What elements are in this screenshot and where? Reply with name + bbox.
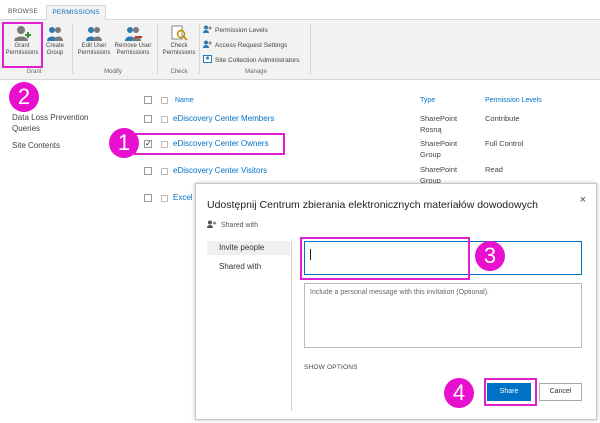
nav-shared-with[interactable]: Shared with	[207, 260, 290, 274]
access-request-settings-link[interactable]: Access Request Settings	[203, 40, 287, 50]
table-row-level: Read	[485, 165, 503, 174]
group-label-grant: Grant	[26, 69, 42, 75]
dialog-left-nav: Invite people Shared with	[207, 241, 290, 409]
tab-browse[interactable]: BROWSE	[0, 6, 46, 20]
column-header-type[interactable]: Type	[420, 97, 435, 104]
cancel-button[interactable]: Cancel	[539, 383, 582, 401]
show-options-link[interactable]: SHOW OPTIONS	[304, 364, 358, 371]
table-row-level: Full Control	[485, 139, 524, 148]
permission-levels-icon	[203, 25, 212, 33]
group-divider	[72, 24, 73, 74]
create-group-button[interactable]: Create Group	[42, 22, 68, 57]
remove-user-permissions-label: Remove User Permissions	[114, 43, 152, 56]
group-divider	[157, 24, 158, 74]
shared-with-header-label: Shared with	[221, 222, 258, 229]
nav-invite-people[interactable]: Invite people	[207, 241, 290, 255]
access-request-settings-icon	[203, 40, 212, 48]
row-item-checkbox	[161, 195, 168, 202]
row-item-checkbox	[161, 116, 168, 123]
nav-item-data-loss-prevention[interactable]: Data Loss Prevention Queries	[12, 112, 112, 134]
remove-user-permissions-button[interactable]: Remove User Permissions	[112, 22, 154, 57]
share-button-highlight	[484, 378, 537, 406]
group-divider	[199, 24, 200, 74]
group-label-manage: Manage	[245, 69, 267, 75]
table-row-type: SharePoint Group	[420, 139, 458, 159]
check-permissions-icon	[171, 25, 188, 41]
personal-message-textarea[interactable]: Include a personal message with this inv…	[304, 283, 582, 348]
row-checkbox[interactable]	[144, 167, 152, 175]
access-request-settings-label: Access Request Settings	[215, 42, 288, 49]
column-header-permission-levels[interactable]: Permission Levels	[485, 97, 542, 104]
site-collection-administrators-icon	[203, 55, 212, 63]
selected-row-highlight	[134, 133, 285, 155]
edit-user-permissions-icon	[86, 27, 102, 41]
callout-badge-3: 3	[475, 241, 505, 271]
permission-levels-label: Permission Levels	[215, 27, 268, 34]
tab-permissions[interactable]: PERMISSIONS	[46, 5, 106, 21]
table-row-type: SharePoint Rosną	[420, 114, 458, 134]
row-checkbox[interactable]	[144, 194, 152, 202]
nav-item-site-contents[interactable]: Site Contents	[12, 140, 60, 151]
invite-input-highlight	[300, 237, 470, 280]
callout-badge-4: 4	[444, 378, 474, 408]
header-item-checkbox	[161, 97, 168, 104]
group-divider	[310, 24, 311, 74]
group-label-modify: Modify	[104, 69, 122, 75]
table-row-level: Contribute	[485, 114, 520, 123]
create-group-label: Create Group	[45, 43, 64, 56]
column-header-name[interactable]: Name	[175, 97, 194, 104]
check-permissions-label: Check Permissions	[162, 43, 196, 56]
callout-badge-2: 2	[9, 82, 39, 112]
ribbon: Grant Permissions Create Group Grant Edi…	[0, 20, 600, 80]
table-row-name[interactable]: Excel	[173, 193, 193, 202]
remove-user-permissions-icon	[125, 27, 142, 41]
people-icon	[207, 220, 216, 228]
close-icon[interactable]: ×	[580, 194, 586, 206]
create-group-icon	[47, 27, 63, 41]
row-checkbox[interactable]	[144, 115, 152, 123]
edit-user-permissions-label: Edit User Permissions	[77, 43, 111, 56]
check-permissions-button[interactable]: Check Permissions	[160, 22, 198, 57]
grant-permissions-highlight	[2, 22, 43, 68]
site-collection-administrators-label: Site Collection Administrators	[215, 57, 300, 64]
table-row-name[interactable]: eDiscovery Center Members	[173, 114, 274, 123]
edit-user-permissions-button[interactable]: Edit User Permissions	[76, 22, 112, 57]
row-item-checkbox	[161, 168, 168, 175]
dialog-title: Udostępnij Centrum zbierania elektronicz…	[207, 199, 538, 211]
message-placeholder: Include a personal message with this inv…	[310, 289, 489, 296]
dialog-divider	[291, 241, 292, 411]
site-collection-administrators-link[interactable]: Site Collection Administrators	[203, 55, 300, 65]
table-row-name[interactable]: eDiscovery Center Visitors	[173, 166, 267, 175]
shared-with-header[interactable]: Shared with	[207, 220, 258, 229]
callout-badge-1: 1	[109, 128, 139, 158]
group-label-check: Check	[170, 69, 188, 75]
select-all-checkbox[interactable]	[144, 96, 152, 104]
ribbon-tab-bar: BROWSE PERMISSIONS	[0, 0, 600, 21]
permission-levels-link[interactable]: Permission Levels	[203, 25, 268, 35]
